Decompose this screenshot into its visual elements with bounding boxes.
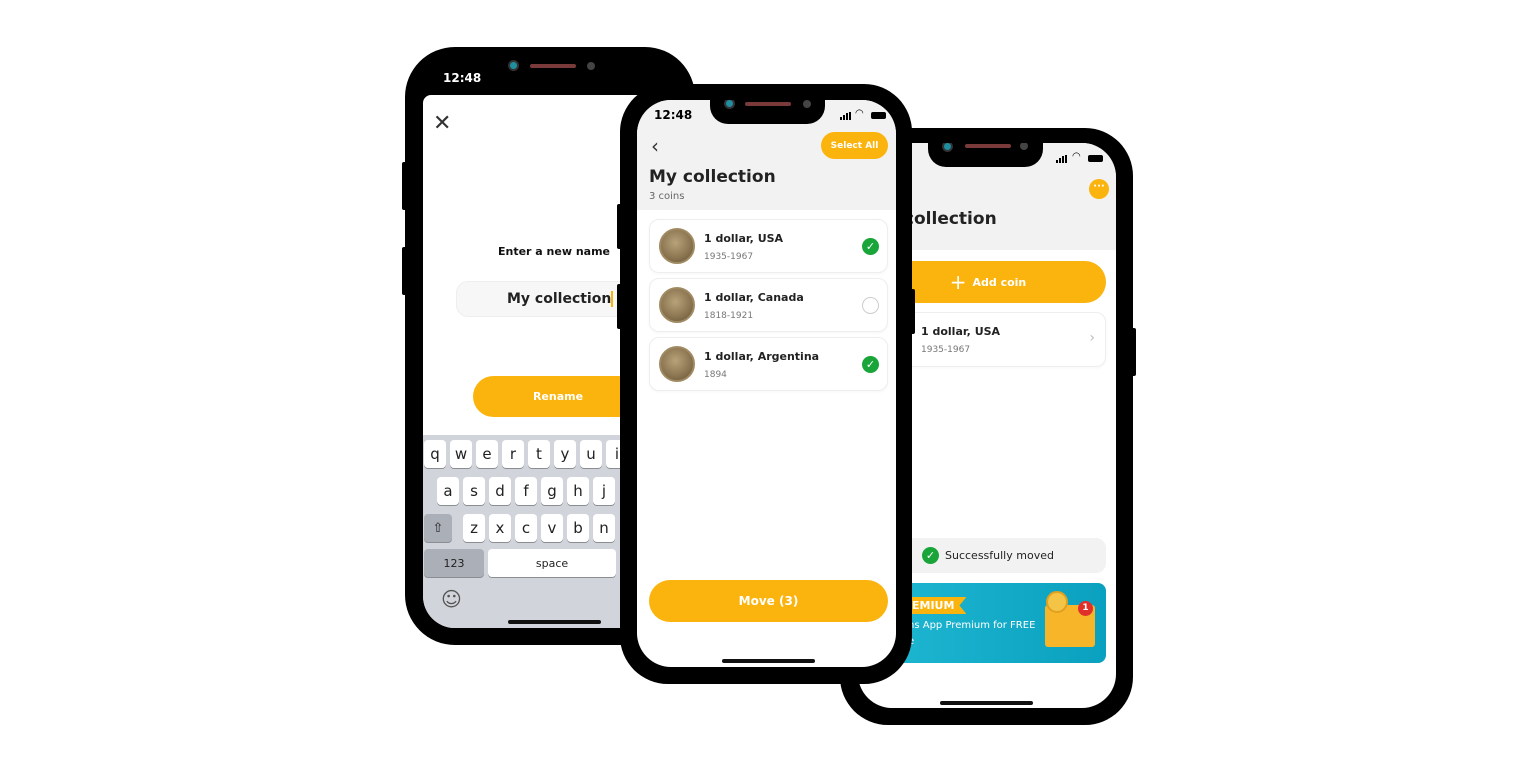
home-indicator <box>508 620 601 624</box>
key-w[interactable]: w <box>450 440 472 468</box>
coin-name: 1 dollar, Argentina <box>704 350 820 363</box>
key-x[interactable]: x <box>489 514 511 542</box>
unchecked-circle-icon[interactable] <box>862 297 879 314</box>
wifi-icon: ◠ <box>1072 151 1081 162</box>
key-d[interactable]: d <box>489 477 511 505</box>
status-time: 12:48 <box>654 108 693 122</box>
battery-icon <box>1088 155 1103 162</box>
coin-image <box>659 346 695 382</box>
checked-circle-icon[interactable]: ✓ <box>862 238 879 255</box>
side-button <box>617 204 623 249</box>
numbers-key[interactable]: 123 <box>424 549 484 577</box>
side-button <box>617 284 623 329</box>
side-button <box>402 247 408 295</box>
shift-arrow-icon[interactable]: ⇧ <box>424 514 452 542</box>
key-b[interactable]: b <box>567 514 589 542</box>
key-r[interactable]: r <box>502 440 524 468</box>
key-y[interactable]: y <box>554 440 576 468</box>
coin-name: 1 dollar, Canada <box>704 291 804 304</box>
camera <box>508 60 519 71</box>
side-button <box>909 289 915 334</box>
wifi-icon: ◠ <box>855 108 864 119</box>
coin-name: 1 dollar, USA <box>704 232 784 245</box>
premium-badge: EMIUM <box>908 597 967 614</box>
signal-icon <box>1056 155 1067 163</box>
plus-icon: + <box>949 270 967 294</box>
space-key[interactable]: space <box>488 549 616 577</box>
key-n[interactable]: n <box>593 514 615 542</box>
banner-line1: ns App Premium for FREE <box>908 620 1036 631</box>
battery-icon <box>871 112 886 119</box>
speaker <box>745 102 791 106</box>
home-indicator <box>722 659 815 663</box>
key-h[interactable]: h <box>567 477 589 505</box>
coin-count: 3 coins <box>649 191 685 202</box>
rename-button[interactable]: Rename <box>473 376 643 417</box>
page-title: My collection <box>649 167 776 187</box>
coin-image <box>659 287 695 323</box>
close-x-icon[interactable]: ✕ <box>433 111 451 136</box>
key-e[interactable]: e <box>476 440 498 468</box>
coin-list-item[interactable]: 1 dollar, USA 1935-1967 ✓ <box>649 219 888 273</box>
key-z[interactable]: z <box>463 514 485 542</box>
sensor <box>803 100 811 108</box>
coin-years: 1894 <box>704 370 727 380</box>
select-screen: 12:48 ◠ ‹ Select All My collection 3 coi… <box>637 100 896 667</box>
key-a[interactable]: a <box>437 477 459 505</box>
notification-badge: 1 <box>1078 601 1093 616</box>
coin-image <box>659 228 695 264</box>
key-c[interactable]: c <box>515 514 537 542</box>
key-g[interactable]: g <box>541 477 563 505</box>
back-chevron-icon[interactable]: ‹ <box>651 134 659 158</box>
key-f[interactable]: f <box>515 477 537 505</box>
chevron-right-icon: › <box>1089 330 1095 346</box>
select-all-button[interactable]: Select All <box>821 132 888 159</box>
check-circle-icon: ✓ <box>922 547 939 564</box>
coin-list-item[interactable]: 1 dollar, Argentina 1894 ✓ <box>649 337 888 391</box>
coin-years: 1935-1967 <box>921 345 971 355</box>
toast-text: Successfully moved <box>945 549 1054 562</box>
key-u[interactable]: u <box>580 440 602 468</box>
status-time: 12:48 <box>443 71 482 85</box>
key-s[interactable]: s <box>463 477 485 505</box>
key-v[interactable]: v <box>541 514 563 542</box>
sensor <box>587 62 595 70</box>
signal-icon <box>840 112 851 120</box>
coin-years: 1818-1921 <box>704 311 754 321</box>
gold-coin-icon <box>1046 591 1068 613</box>
side-button <box>402 162 408 210</box>
add-coin-label: Add coin <box>972 275 1027 289</box>
move-button[interactable]: Move (3) <box>649 580 888 622</box>
speaker <box>530 64 576 68</box>
key-q[interactable]: q <box>424 440 446 468</box>
text-cursor <box>611 291 614 307</box>
phone-select: 12:48 ◠ ‹ Select All My collection 3 coi… <box>617 84 915 684</box>
speaker <box>965 144 1011 148</box>
coin-list-item[interactable]: 1 dollar, Canada 1818-1921 <box>649 278 888 332</box>
smiley-icon[interactable]: ☺ <box>441 587 462 611</box>
name-input-value: My collection <box>507 291 612 307</box>
ellipsis-icon[interactable]: ··· <box>1089 179 1109 199</box>
key-t[interactable]: t <box>528 440 550 468</box>
coin-name: 1 dollar, USA <box>921 325 1001 338</box>
key-j[interactable]: j <box>593 477 615 505</box>
side-button <box>1130 328 1136 376</box>
home-indicator <box>940 701 1033 705</box>
checked-circle-icon[interactable]: ✓ <box>862 356 879 373</box>
coin-years: 1935-1967 <box>704 252 754 262</box>
